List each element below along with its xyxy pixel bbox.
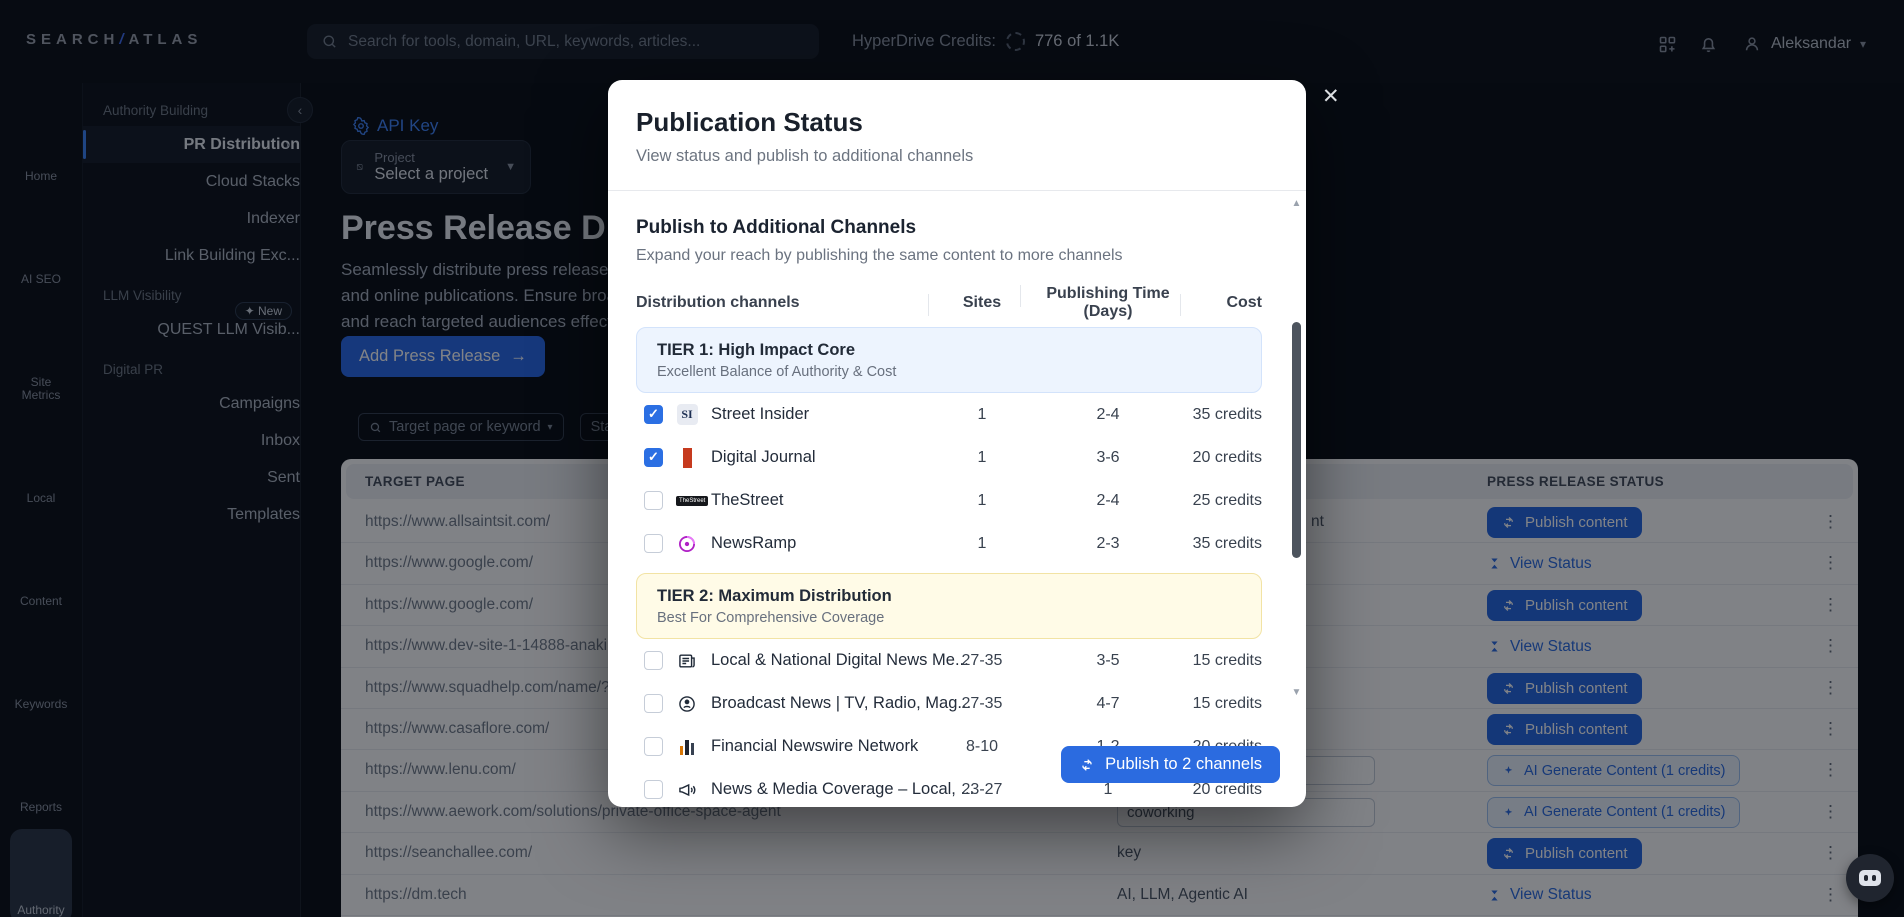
channel-favicon — [676, 533, 698, 555]
channel-sites: 1 — [936, 406, 1028, 424]
channel-name: News & Media Coverage – Local, ... — [711, 780, 974, 799]
channel-checkbox[interactable] — [644, 491, 663, 510]
modal-header: Publication Status View status and publi… — [608, 80, 1306, 191]
channel-favicon — [676, 779, 698, 801]
channel-sites: 1 — [936, 449, 1028, 467]
column-sites: Sites — [936, 294, 1028, 312]
channel-cost: 35 credits — [1188, 406, 1262, 424]
column-publishing-time: Publishing Time (Days) — [1028, 285, 1188, 321]
publish-to-channels-button[interactable]: Publish to 2 channels — [1061, 746, 1280, 783]
channel-cost: 35 credits — [1188, 535, 1262, 553]
channel-row: TheStreet TheStreet 1 2-4 25 credits — [636, 479, 1262, 522]
channel-checkbox[interactable] — [644, 651, 663, 670]
modal-scroll-area: Publish to Additional Channels Expand yo… — [608, 191, 1306, 811]
publish-section-subtitle: Expand your reach by publishing the same… — [636, 247, 1262, 265]
channel-row: Digital Journal 1 3-6 20 credits — [636, 436, 1262, 479]
close-icon[interactable]: ✕ — [1322, 84, 1340, 109]
channel-favicon — [676, 693, 698, 715]
column-cost: Cost — [1188, 294, 1262, 312]
tier1-channel-list: SI Street Insider 1 2-4 35 credits Digit… — [636, 393, 1262, 565]
channel-favicon — [676, 447, 698, 469]
channel-checkbox[interactable] — [644, 780, 663, 799]
channels-table-header: Distribution channels Sites Publishing T… — [636, 285, 1262, 319]
channel-name: Broadcast News | TV, Radio, Mag... — [711, 694, 971, 713]
channel-favicon — [676, 650, 698, 672]
channel-sites: 27-35 — [936, 652, 1028, 670]
publish-repeat-icon — [1079, 757, 1095, 773]
tier2-subtitle: Best For Comprehensive Coverage — [657, 610, 1241, 626]
channel-favicon: SI — [676, 404, 698, 426]
channel-checkbox[interactable] — [644, 737, 663, 756]
scroll-down-icon[interactable]: ▼ — [1292, 687, 1302, 698]
channel-name: Street Insider — [711, 405, 809, 424]
modal-subtitle: View status and publish to additional ch… — [636, 147, 1278, 166]
channel-cost: 20 credits — [1188, 781, 1262, 799]
channel-name: Financial Newswire Network — [711, 737, 918, 756]
channel-publishing-time: 2-4 — [1028, 406, 1188, 424]
channel-cost: 20 credits — [1188, 449, 1262, 467]
publish-section-title: Publish to Additional Channels — [636, 217, 1262, 239]
tier1-banner: TIER 1: High Impact Core Excellent Balan… — [636, 327, 1262, 393]
publication-status-modal: Publication Status View status and publi… — [608, 80, 1306, 807]
channel-checkbox[interactable] — [644, 405, 663, 424]
channel-sites: 1 — [936, 535, 1028, 553]
channel-checkbox[interactable] — [644, 448, 663, 467]
channel-favicon: TheStreet — [676, 490, 698, 512]
channel-publishing-time: 1 — [1028, 781, 1188, 799]
channel-row: SI Street Insider 1 2-4 35 credits — [636, 393, 1262, 436]
channel-row: Local & National Digital News Me... 27-3… — [636, 639, 1262, 682]
scroll-up-icon[interactable]: ▲ — [1292, 198, 1302, 209]
channel-publishing-time: 2-4 — [1028, 492, 1188, 510]
channel-sites: 8-10 — [936, 738, 1028, 756]
channel-sites: 1 — [936, 492, 1028, 510]
channel-name: Digital Journal — [711, 448, 816, 467]
app-screen: SEARCH/ATLAS Search for tools, domain, U… — [0, 0, 1904, 917]
robot-face-icon — [1859, 870, 1881, 886]
tier1-subtitle: Excellent Balance of Authority & Cost — [657, 364, 1241, 380]
channel-checkbox[interactable] — [644, 694, 663, 713]
channel-name: TheStreet — [711, 491, 783, 510]
channel-name: NewsRamp — [711, 534, 796, 553]
tier2-title: TIER 2: Maximum Distribution — [657, 587, 1241, 606]
tier1-title: TIER 1: High Impact Core — [657, 341, 1241, 360]
channel-publishing-time: 3-5 — [1028, 652, 1188, 670]
tier2-banner: TIER 2: Maximum Distribution Best For Co… — [636, 573, 1262, 639]
modal-scrollbar[interactable]: ▲ ▼ — [1290, 198, 1303, 698]
scrollbar-thumb[interactable] — [1292, 322, 1301, 558]
tier2-channel-list: Local & National Digital News Me... 27-3… — [636, 639, 1262, 811]
chat-widget-button[interactable] — [1846, 854, 1894, 902]
channel-favicon — [676, 736, 698, 758]
channel-row: NewsRamp 1 2-3 35 credits — [636, 522, 1262, 565]
channel-sites: 27-35 — [936, 695, 1028, 713]
channel-publishing-time: 4-7 — [1028, 695, 1188, 713]
channel-cost: 15 credits — [1188, 695, 1262, 713]
channel-cost: 25 credits — [1188, 492, 1262, 510]
column-distribution-channels: Distribution channels — [636, 294, 936, 312]
channel-cost: 15 credits — [1188, 652, 1262, 670]
channel-publishing-time: 2-3 — [1028, 535, 1188, 553]
channel-publishing-time: 3-6 — [1028, 449, 1188, 467]
channel-sites: 23-27 — [936, 781, 1028, 799]
channel-checkbox[interactable] — [644, 534, 663, 553]
modal-title: Publication Status — [636, 107, 1278, 138]
channel-name: Local & National Digital News Me... — [711, 651, 969, 670]
channel-row: Broadcast News | TV, Radio, Mag... 27-35… — [636, 682, 1262, 725]
